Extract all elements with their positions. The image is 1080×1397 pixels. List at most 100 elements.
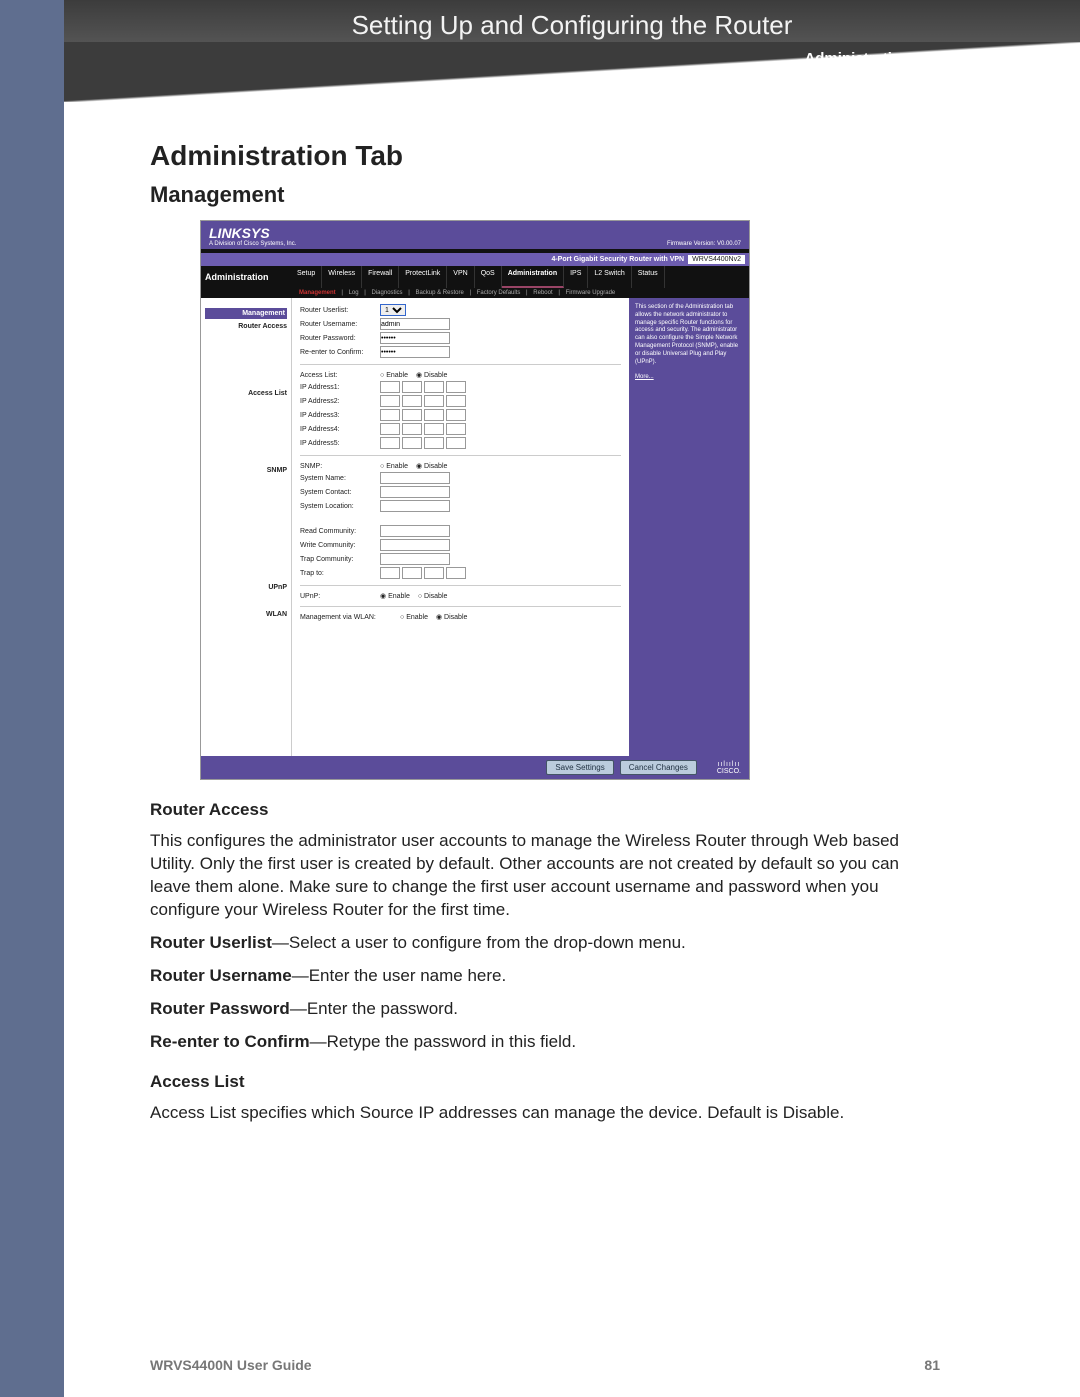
tab-firewall[interactable]: Firewall bbox=[362, 266, 399, 288]
ip2-b[interactable] bbox=[402, 395, 422, 407]
p-userlist: Router Userlist—Select a user to configu… bbox=[150, 932, 940, 955]
lbl-upnp: UPnP: bbox=[300, 593, 380, 600]
ui-help-panel: This section of the Administration tab a… bbox=[629, 298, 749, 756]
subtab-reboot[interactable]: Reboot bbox=[533, 290, 552, 296]
ui-left-nav: Management Router Access Access List SNM… bbox=[201, 298, 291, 756]
input-syscontact[interactable] bbox=[380, 486, 450, 498]
radio-snmp-enable[interactable]: ○ Enable bbox=[380, 463, 408, 470]
h3-router-access: Router Access bbox=[150, 800, 940, 820]
lbl-writecomm: Write Community: bbox=[300, 542, 380, 549]
ip2-c[interactable] bbox=[424, 395, 444, 407]
ip4-d[interactable] bbox=[446, 423, 466, 435]
lbl-trapcomm: Trap Community: bbox=[300, 556, 380, 563]
select-userlist[interactable]: 1 bbox=[380, 304, 406, 316]
brand-subtitle: A Division of Cisco Systems, Inc. bbox=[209, 241, 296, 247]
tab-l2switch[interactable]: L2 Switch bbox=[588, 266, 631, 288]
input-syslocation[interactable] bbox=[380, 500, 450, 512]
tab-wireless[interactable]: Wireless bbox=[322, 266, 362, 288]
ip1-b[interactable] bbox=[402, 381, 422, 393]
subtab-firmware[interactable]: Firmware Upgrade bbox=[566, 290, 616, 296]
input-reenter[interactable] bbox=[380, 346, 450, 358]
ip5-c[interactable] bbox=[424, 437, 444, 449]
lbl-snmp: SNMP: bbox=[300, 463, 380, 470]
tab-setup[interactable]: Setup bbox=[291, 266, 322, 288]
cancel-changes-button[interactable]: Cancel Changes bbox=[620, 760, 697, 775]
radio-al-enable[interactable]: ○ Enable bbox=[380, 372, 408, 379]
input-writecomm[interactable] bbox=[380, 539, 450, 551]
p-reenter: Re-enter to Confirm—Retype the password … bbox=[150, 1031, 940, 1054]
tab-protectlink[interactable]: ProtectLink bbox=[399, 266, 447, 288]
footer-page: 81 bbox=[924, 1357, 940, 1373]
subsection-heading: Management bbox=[150, 182, 940, 208]
ui-sub-tabs: Management | Log | Diagnostics | Backup … bbox=[201, 288, 749, 298]
help-more-link[interactable]: More... bbox=[635, 374, 654, 380]
ip3-a[interactable] bbox=[380, 409, 400, 421]
admin-section-label: Administration bbox=[201, 266, 291, 288]
ip3-c[interactable] bbox=[424, 409, 444, 421]
help-text: This section of the Administration tab a… bbox=[635, 304, 743, 366]
ip4-b[interactable] bbox=[402, 423, 422, 435]
radio-wlan-enable[interactable]: ○ Enable bbox=[400, 614, 428, 621]
lbl-syslocation: System Location: bbox=[300, 503, 380, 510]
ip4-a[interactable] bbox=[380, 423, 400, 435]
left-upnp: UPnP bbox=[205, 584, 287, 591]
p-password: Router Password—Enter the password. bbox=[150, 998, 940, 1021]
input-password[interactable] bbox=[380, 332, 450, 344]
ip5-a[interactable] bbox=[380, 437, 400, 449]
cisco-logo: ıılıılııCISCO. bbox=[717, 761, 741, 775]
trap-a[interactable] bbox=[380, 567, 400, 579]
input-trapcomm[interactable] bbox=[380, 553, 450, 565]
brand-logo: LINKSYS bbox=[209, 225, 270, 241]
ui-main-tabs: Administration Setup Wireless Firewall P… bbox=[201, 266, 749, 288]
lbl-mgmt-wlan: Management via WLAN: bbox=[300, 614, 400, 621]
model-name: 4-Port Gigabit Security Router with VPN bbox=[551, 256, 684, 263]
tab-vpn[interactable]: VPN bbox=[447, 266, 474, 288]
chapter-title: Setting Up and Configuring the Router bbox=[64, 10, 1080, 41]
ip5-b[interactable] bbox=[402, 437, 422, 449]
tab-ips[interactable]: IPS bbox=[564, 266, 588, 288]
save-settings-button[interactable]: Save Settings bbox=[546, 760, 613, 775]
ip2-a[interactable] bbox=[380, 395, 400, 407]
lbl-accesslist: Access List: bbox=[300, 372, 380, 379]
subtab-diagnostics[interactable]: Diagnostics bbox=[372, 290, 403, 296]
tab-administration[interactable]: Administration bbox=[502, 266, 564, 288]
input-readcomm[interactable] bbox=[380, 525, 450, 537]
radio-al-disable[interactable]: ◉ Disable bbox=[416, 371, 447, 379]
subtab-backup[interactable]: Backup & Restore bbox=[415, 290, 463, 296]
model-number: WRVS4400Nv2 bbox=[688, 255, 745, 264]
trap-b[interactable] bbox=[402, 567, 422, 579]
page-content: Administration Tab Management LINKSYS A … bbox=[150, 140, 940, 1134]
h3-access-list: Access List bbox=[150, 1072, 940, 1092]
input-username[interactable] bbox=[380, 318, 450, 330]
p-router-access: This configures the administrator user a… bbox=[150, 830, 940, 922]
ip2-d[interactable] bbox=[446, 395, 466, 407]
lbl-readcomm: Read Community: bbox=[300, 528, 380, 535]
radio-upnp-disable[interactable]: ○ Disable bbox=[418, 593, 448, 600]
chapter-subtitle: Administration Tab bbox=[804, 50, 940, 67]
subtab-factory[interactable]: Factory Defaults bbox=[477, 290, 521, 296]
ip4-c[interactable] bbox=[424, 423, 444, 435]
radio-snmp-disable[interactable]: ◉ Disable bbox=[416, 462, 447, 470]
tab-status[interactable]: Status bbox=[632, 266, 665, 288]
ip1-c[interactable] bbox=[424, 381, 444, 393]
router-ui-screenshot: LINKSYS A Division of Cisco Systems, Inc… bbox=[200, 220, 750, 780]
page-sidebar-strip bbox=[0, 0, 64, 1397]
radio-wlan-disable[interactable]: ◉ Disable bbox=[436, 613, 467, 621]
trap-d[interactable] bbox=[446, 567, 466, 579]
ip5-d[interactable] bbox=[446, 437, 466, 449]
ip3-b[interactable] bbox=[402, 409, 422, 421]
lbl-trapto: Trap to: bbox=[300, 570, 380, 577]
input-sysname[interactable] bbox=[380, 472, 450, 484]
tab-qos[interactable]: QoS bbox=[475, 266, 502, 288]
lbl-password: Router Password: bbox=[300, 335, 380, 342]
trap-c[interactable] bbox=[424, 567, 444, 579]
lbl-ip5: IP Address5: bbox=[300, 440, 380, 447]
subtab-management[interactable]: Management bbox=[299, 290, 336, 296]
radio-upnp-enable[interactable]: ◉ Enable bbox=[380, 592, 410, 600]
ip1-a[interactable] bbox=[380, 381, 400, 393]
ip1-d[interactable] bbox=[446, 381, 466, 393]
ui-bottom-bar: Save Settings Cancel Changes ıılıılııCIS… bbox=[201, 756, 749, 779]
subtab-log[interactable]: Log bbox=[349, 290, 359, 296]
ip3-d[interactable] bbox=[446, 409, 466, 421]
ui-header: LINKSYS A Division of Cisco Systems, Inc… bbox=[201, 221, 749, 249]
